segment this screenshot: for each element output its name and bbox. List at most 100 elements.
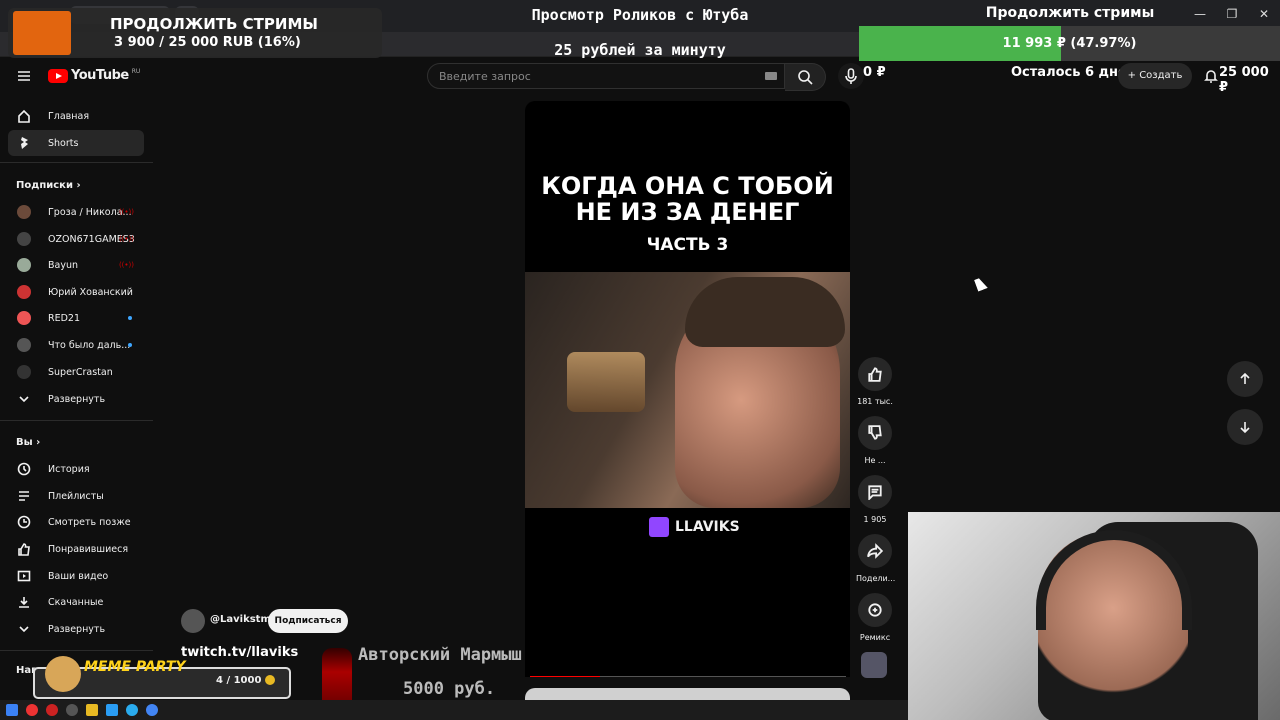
maximize-button[interactable]: ❐ — [1216, 0, 1248, 28]
sidebar-sub-item[interactable]: RED21 — [8, 305, 144, 331]
thumbs-down-icon — [868, 425, 882, 440]
youtube-logo-text: YouTube — [71, 68, 129, 83]
vpn-icon[interactable] — [106, 704, 118, 716]
remix-button[interactable] — [858, 593, 892, 627]
search-input[interactable]: Введите запрос — [427, 63, 785, 89]
live-icon: ((•)) — [118, 208, 134, 216]
notifications-icon[interactable] — [1203, 68, 1219, 84]
sidebar-sub-item[interactable]: SuperCrastan — [8, 359, 144, 385]
sidebar-sub-item[interactable]: Bayun ((•)) — [8, 252, 144, 278]
close-button[interactable]: ✕ — [1248, 0, 1280, 28]
channel-handle[interactable]: @Lavikstm — [210, 614, 271, 625]
donation-title: ПРОДОЛЖИТЬ СТРИМЫ — [110, 15, 318, 33]
home-icon — [16, 108, 32, 124]
dislike-action[interactable]: Не ... — [856, 416, 894, 465]
search-button[interactable] — [785, 63, 826, 91]
sidebar-sub-item[interactable]: OZON671GAMES3 ((•)) — [8, 226, 144, 252]
coin-icon — [264, 675, 275, 685]
meme-party-title: MEME PARTY — [84, 659, 186, 675]
sidebar-sub-item[interactable]: Гроза / Никола... ((•)) — [8, 199, 144, 225]
subscriptions-heading-label: Подписки — [16, 180, 73, 191]
goal-progress-bar: 11 993 ₽ (47.97%) — [859, 26, 1280, 61]
sidebar-item-label: Смотреть позже — [48, 516, 131, 528]
telegram-icon[interactable] — [126, 704, 138, 716]
sidebar-item-label: SuperCrastan — [48, 366, 113, 378]
mouse-cursor-icon — [974, 276, 988, 292]
live-icon: ((•)) — [118, 261, 134, 269]
sidebar-divider — [0, 420, 153, 421]
meme-party-count: 4 / 1000 — [216, 675, 275, 686]
you-heading[interactable]: Вы › — [16, 437, 40, 448]
comment-icon — [868, 485, 882, 500]
country-code: RU — [131, 68, 141, 75]
avatar — [17, 311, 31, 325]
channel-avatar[interactable] — [181, 609, 205, 633]
minimize-button[interactable]: — — [1184, 0, 1216, 28]
create-button[interactable]: + Создать — [1118, 63, 1192, 89]
chrome-icon[interactable] — [146, 704, 158, 716]
subscriptions-heading[interactable]: Подписки › — [16, 180, 81, 191]
app-icon[interactable] — [66, 704, 78, 716]
dislike-button[interactable] — [858, 416, 892, 450]
goal-title: Продолжить стримы — [985, 5, 1155, 21]
sidebar-item-playlists[interactable]: Плейлисты — [8, 483, 144, 509]
create-label: Создать — [1139, 70, 1183, 81]
sidebar-expand-subs[interactable]: Развернуть — [8, 386, 144, 412]
share-icon — [867, 543, 883, 559]
avatar — [17, 232, 31, 246]
sidebar-item-history[interactable]: История — [8, 456, 144, 482]
like-button[interactable] — [858, 357, 892, 391]
menu-icon[interactable] — [16, 68, 32, 84]
donation-amount: 3 900 / 25 000 RUB (16%) — [114, 35, 301, 50]
yandex-browser-icon[interactable] — [26, 704, 38, 716]
meme-count-value: 4 / 1000 — [216, 675, 262, 686]
sidebar-divider — [0, 650, 153, 651]
twitch-url: twitch.tv/llaviks — [181, 645, 299, 660]
arrow-up-icon — [1240, 372, 1250, 384]
shorts-icon — [16, 135, 32, 151]
sidebar-item-liked[interactable]: Понравившиеся — [8, 536, 144, 562]
sidebar-item-label: RED21 — [48, 312, 81, 324]
remix-action[interactable]: Ремикс — [856, 593, 894, 642]
mic-icon — [845, 68, 857, 84]
sidebar-item-shorts[interactable]: Shorts — [8, 130, 144, 156]
author-marmysh-price: 5000 руб. — [403, 679, 496, 699]
share-button[interactable] — [858, 534, 892, 568]
opera-icon[interactable] — [46, 704, 58, 716]
short-caption-line: КОГДА ОНА С ТОБОЙ — [541, 172, 834, 200]
subscribe-button[interactable]: Подписаться — [268, 609, 348, 633]
previous-short-button[interactable] — [1227, 361, 1263, 397]
next-short-button[interactable] — [1227, 409, 1263, 445]
sidebar-sub-item[interactable]: Юрий Хованский — [8, 279, 144, 305]
voice-search-button[interactable] — [838, 63, 864, 89]
twitch-tag: LLAVIKS — [649, 517, 740, 537]
youtube-logo[interactable]: YouTube RU — [48, 68, 140, 83]
sidebar-sub-item[interactable]: Что было даль... — [8, 332, 144, 358]
sidebar-item-home[interactable]: Главная — [8, 103, 144, 129]
short-progress-bar[interactable] — [530, 676, 846, 677]
chevron-right-icon: › — [36, 437, 41, 448]
folder-icon[interactable] — [86, 704, 98, 716]
comments-button[interactable] — [858, 475, 892, 509]
sidebar-item-your-videos[interactable]: Ваши видео — [8, 563, 144, 589]
keyboard-icon[interactable] — [765, 72, 777, 80]
sidebar-item-label: Развернуть — [48, 393, 106, 405]
sound-avatar[interactable] — [861, 652, 887, 678]
short-caption-line: НЕ ИЗ ЗА ДЕНЕГ — [575, 198, 800, 226]
comments-action[interactable]: 1 905 — [856, 475, 894, 524]
sidebar-item-downloads[interactable]: Скачанные — [8, 589, 144, 615]
chevron-down-icon — [16, 621, 32, 637]
sidebar-item-watch-later[interactable]: Смотреть позже — [8, 509, 144, 535]
share-action[interactable]: Подели... — [856, 534, 895, 583]
sidebar-expand-you[interactable]: Развернуть — [8, 616, 144, 642]
like-action[interactable]: 181 тыс. — [856, 357, 894, 406]
thumbs-up-icon — [868, 367, 882, 382]
history-icon — [16, 461, 32, 477]
shorts-player[interactable]: КОГДА ОНА С ТОБОЙ НЕ ИЗ ЗА ДЕНЕГ ЧАСТЬ 3… — [525, 101, 850, 677]
video-subject-hair — [685, 277, 845, 347]
stream-subtitle: 25 рублей за минуту — [554, 41, 726, 59]
bottle-icon — [322, 648, 352, 708]
doge-icon — [45, 656, 81, 692]
start-icon[interactable] — [6, 704, 18, 716]
search-icon — [798, 70, 813, 85]
